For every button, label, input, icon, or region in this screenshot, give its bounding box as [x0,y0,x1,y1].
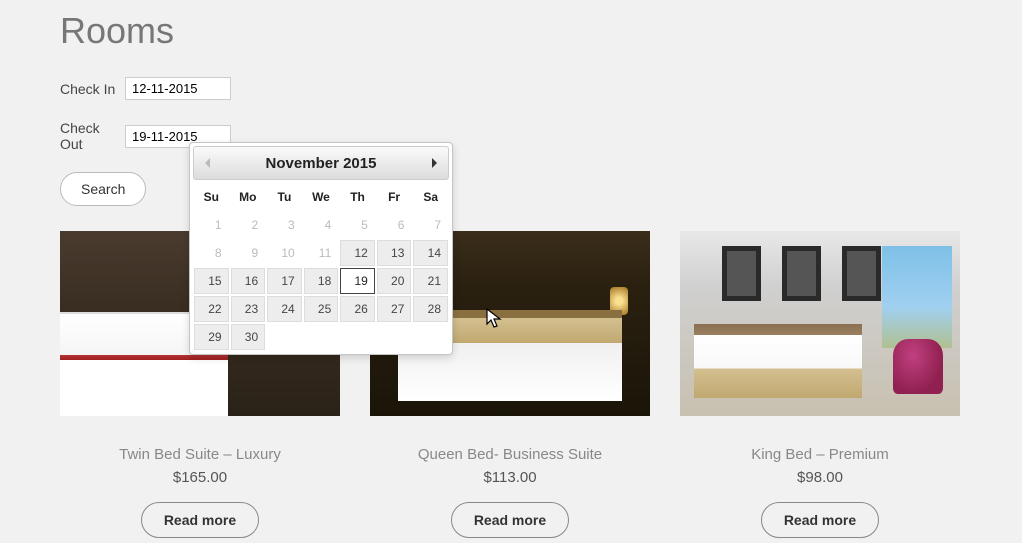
product-card: King Bed – Premium $98.00 Read more [680,231,960,538]
prev-month-icon[interactable] [198,153,218,173]
datepicker-dow: Mo [230,183,267,211]
product-title[interactable]: Queen Bed- Business Suite [370,446,650,463]
read-more-button[interactable]: Read more [761,502,879,538]
datepicker-dow: Sa [412,183,449,211]
datepicker-day[interactable]: 19 [340,268,375,294]
checkin-label: Check In [60,81,125,97]
datepicker-day: 3 [267,212,302,238]
datepicker-table: SuMoTuWeThFrSa 1234567891011121314151617… [193,183,449,351]
datepicker-dow: Su [193,183,230,211]
datepicker-day: 9 [231,240,266,266]
datepicker-day[interactable]: 22 [194,296,229,322]
datepicker-day: 11 [304,240,339,266]
datepicker-dow: Fr [376,183,413,211]
datepicker-day: 6 [377,212,412,238]
datepicker-day: 4 [304,212,339,238]
next-month-icon[interactable] [424,153,444,173]
datepicker-day: 8 [194,240,229,266]
datepicker-dow: Th [339,183,376,211]
datepicker-day: 10 [267,240,302,266]
datepicker-day[interactable]: 25 [304,296,339,322]
datepicker-day[interactable]: 21 [413,268,448,294]
datepicker-day[interactable]: 28 [413,296,448,322]
product-image[interactable] [680,231,960,416]
datepicker-day[interactable]: 12 [340,240,375,266]
datepicker-day: 2 [231,212,266,238]
search-button[interactable]: Search [60,172,146,206]
datepicker-day[interactable]: 26 [340,296,375,322]
checkin-input[interactable] [125,77,231,100]
datepicker-day[interactable]: 15 [194,268,229,294]
datepicker-day[interactable]: 29 [194,324,229,350]
read-more-button[interactable]: Read more [451,502,569,538]
datepicker-day[interactable]: 17 [267,268,302,294]
datepicker-header: November 2015 [193,146,449,180]
datepicker-day[interactable]: 18 [304,268,339,294]
datepicker-day: 5 [340,212,375,238]
product-title[interactable]: King Bed – Premium [680,446,960,463]
product-price: $98.00 [680,469,960,486]
page-title: Rooms [60,0,962,52]
datepicker: November 2015 SuMoTuWeThFrSa 12345678910… [189,142,453,355]
datepicker-day[interactable]: 27 [377,296,412,322]
datepicker-day[interactable]: 13 [377,240,412,266]
datepicker-day[interactable]: 20 [377,268,412,294]
datepicker-day[interactable]: 23 [231,296,266,322]
datepicker-day[interactable]: 16 [231,268,266,294]
datepicker-day[interactable]: 30 [231,324,266,350]
datepicker-title: November 2015 [266,155,377,172]
datepicker-day[interactable]: 24 [267,296,302,322]
datepicker-dow: We [303,183,340,211]
product-title[interactable]: Twin Bed Suite – Luxury [60,446,340,463]
datepicker-day: 7 [413,212,448,238]
datepicker-day[interactable]: 14 [413,240,448,266]
read-more-button[interactable]: Read more [141,502,259,538]
product-price: $113.00 [370,469,650,486]
checkout-label: Check Out [60,120,125,152]
checkin-row: Check In [60,77,962,100]
product-price: $165.00 [60,469,340,486]
datepicker-day: 1 [194,212,229,238]
datepicker-dow: Tu [266,183,303,211]
